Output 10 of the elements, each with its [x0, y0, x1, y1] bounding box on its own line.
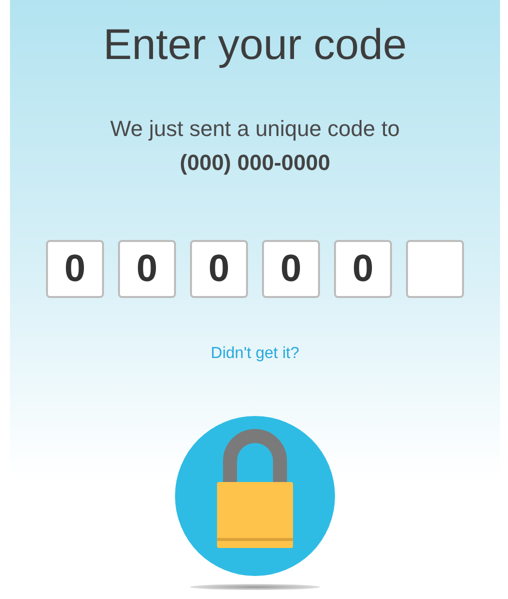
code-digit-field[interactable]: 0 — [190, 240, 248, 298]
code-digit-field[interactable] — [406, 240, 464, 298]
code-digit-field[interactable]: 0 — [334, 240, 392, 298]
padlock-icon — [175, 416, 335, 576]
code-digit-field[interactable]: 0 — [262, 240, 320, 298]
code-digit-field[interactable]: 0 — [46, 240, 104, 298]
message-text: We just sent a unique code to — [110, 116, 400, 142]
phone-number: (000) 000-0000 — [180, 150, 330, 176]
code-digit-field[interactable]: 0 — [118, 240, 176, 298]
page-title: Enter your code — [103, 20, 407, 71]
